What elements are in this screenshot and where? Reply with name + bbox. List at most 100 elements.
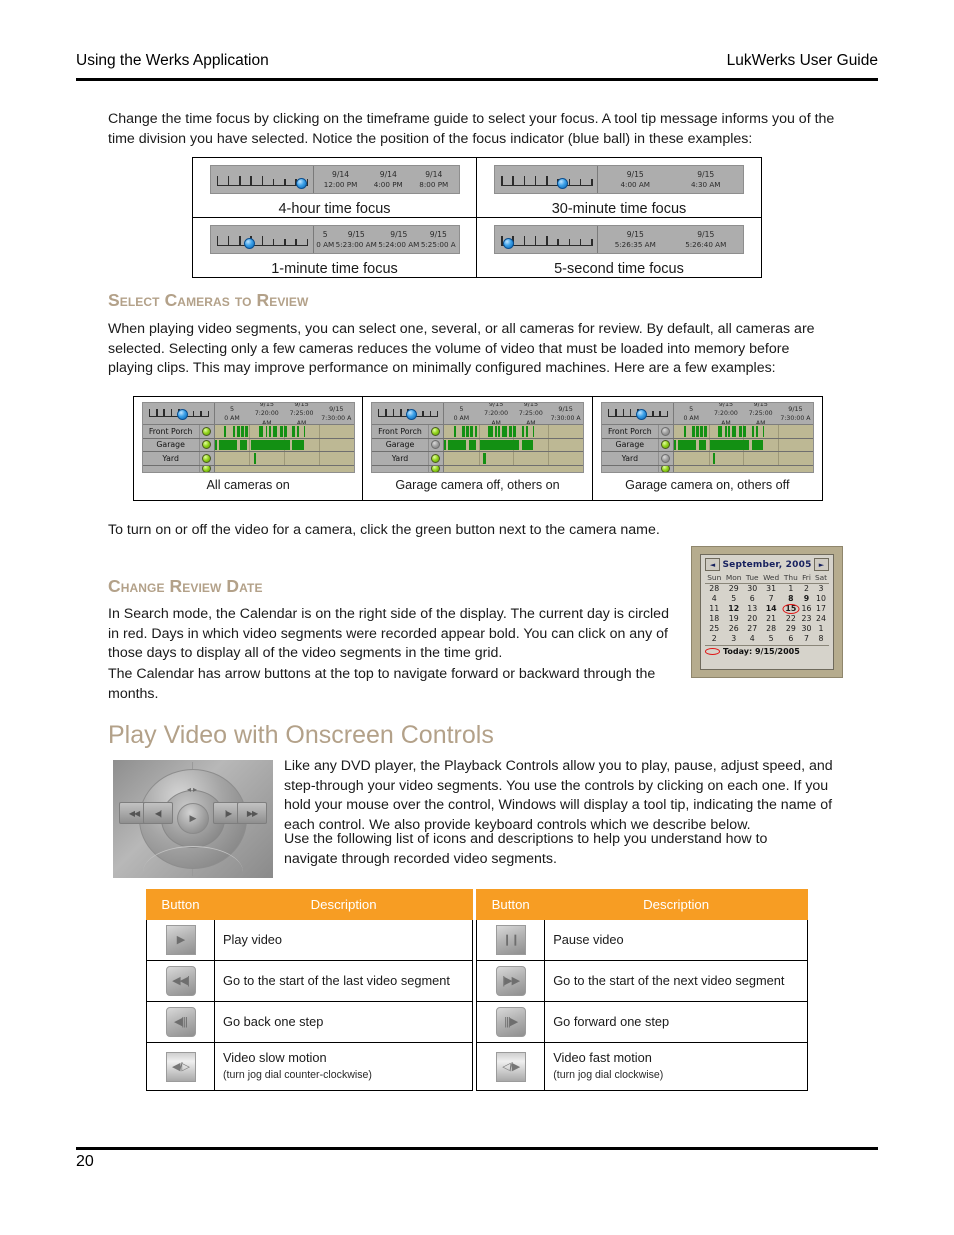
video-segment[interactable] (525, 426, 529, 437)
calendar-day-cell[interactable]: 2 (705, 634, 723, 644)
camera-selection-widget[interactable]: 5 0 AM 9/15 7:20:00 AM 9/15 7:25:00 AM 9… (600, 402, 814, 473)
video-segment[interactable] (448, 439, 467, 451)
calendar-day-cell[interactable]: 8 (782, 594, 800, 604)
video-segment[interactable] (241, 426, 244, 437)
calendar-day-cell[interactable]: 13 (744, 604, 761, 614)
calendar-day-cell[interactable]: 9 (800, 594, 813, 604)
video-segment[interactable] (239, 439, 247, 451)
camera-toggle-led-icon[interactable] (202, 465, 212, 472)
calendar-day-cell[interactable]: 7 (800, 634, 813, 644)
camera-timeline-track[interactable] (214, 452, 354, 465)
camera-timeframe-slider[interactable] (143, 403, 215, 424)
camera-toggle-cell[interactable] (198, 465, 215, 472)
focus-indicator-ball[interactable] (176, 409, 188, 420)
video-segment[interactable] (698, 439, 706, 451)
calendar-day-cell[interactable]: 29 (723, 584, 743, 594)
calendar-day-cell[interactable]: 1 (782, 584, 800, 594)
slow-motion-icon[interactable]: ◀/▷ (165, 1051, 196, 1082)
button-icon-cell[interactable]: |||▶ (476, 1001, 546, 1043)
camera-toggle-cell[interactable] (198, 452, 215, 465)
video-segment[interactable] (691, 426, 695, 437)
video-segment[interactable] (466, 426, 469, 437)
button-icon-cell[interactable]: ◁/▶ (476, 1042, 546, 1091)
camera-timeline-track[interactable] (443, 425, 583, 438)
camera-toggle-led-icon[interactable] (202, 440, 212, 450)
video-segment[interactable] (480, 439, 520, 451)
camera-timeline-track[interactable] (673, 465, 813, 472)
calendar-day-cell[interactable]: 31 (761, 584, 782, 594)
calendar-day-cell[interactable]: 5 (761, 634, 782, 644)
video-segment[interactable] (224, 426, 227, 437)
video-segment[interactable] (266, 426, 268, 437)
video-segment[interactable] (725, 426, 727, 437)
video-segment[interactable] (443, 439, 447, 451)
button-icon-cell[interactable]: |▶▶ (476, 960, 546, 1002)
timeframe-slider[interactable] (495, 166, 598, 193)
camera-toggle-led-icon[interactable] (661, 453, 671, 463)
video-segment[interactable] (718, 426, 723, 437)
camera-toggle-cell[interactable] (427, 438, 444, 452)
camera-toggle-led-icon[interactable] (431, 440, 441, 450)
button-icon-cell[interactable]: ◀◀| (146, 960, 215, 1002)
video-segment[interactable] (292, 439, 304, 451)
focus-indicator-ball[interactable] (636, 409, 648, 420)
calendar-day-cell[interactable]: 10 (813, 594, 829, 604)
calendar-day-cell[interactable]: 3 (723, 634, 743, 644)
calendar-day-cell[interactable]: 15 (782, 603, 800, 614)
video-segment[interactable] (474, 426, 478, 437)
video-segment[interactable] (677, 439, 697, 451)
calendar-day-cell[interactable]: 4 (744, 634, 761, 644)
camera-toggle-cell[interactable] (198, 425, 215, 438)
camera-timeframe-slider[interactable] (602, 403, 674, 424)
video-segment[interactable] (509, 426, 513, 437)
camera-toggle-led-icon[interactable] (661, 426, 671, 436)
video-segment[interactable] (532, 426, 535, 437)
video-segment[interactable] (482, 453, 486, 464)
video-segment[interactable] (732, 426, 737, 437)
focus-indicator-ball[interactable] (295, 178, 307, 189)
video-segment[interactable] (292, 426, 295, 437)
calendar-day-cell[interactable]: 21 (761, 614, 782, 624)
calendar-day-cell[interactable]: 16 (800, 604, 813, 614)
camera-toggle-cell[interactable] (427, 452, 444, 465)
camera-toggle-cell[interactable] (198, 438, 215, 452)
video-segment[interactable] (284, 426, 287, 437)
button-icon-cell[interactable]: ❙❙ (476, 919, 546, 961)
button-icon-cell[interactable]: ◀/▷ (146, 1042, 215, 1091)
focus-indicator-ball[interactable] (502, 238, 514, 249)
focus-indicator-ball[interactable] (243, 238, 255, 249)
video-segment[interactable] (469, 439, 476, 451)
camera-toggle-cell[interactable] (657, 452, 674, 465)
timeframe-guide-widget[interactable]: 5 0 AM 9/15 5:23:00 AM 9/15 5:24:00 AM 9… (209, 225, 460, 254)
video-segment[interactable] (521, 439, 533, 451)
calendar-day-cell[interactable]: 8 (813, 634, 829, 644)
camera-toggle-led-icon[interactable] (431, 453, 441, 463)
calendar-day-cell[interactable]: 20 (744, 614, 761, 624)
focus-indicator-ball[interactable] (556, 178, 568, 189)
video-segment[interactable] (513, 426, 517, 437)
camera-toggle-led-icon[interactable] (661, 440, 671, 450)
calendar-day-cell[interactable]: 14 (761, 604, 782, 614)
calendar-day-cell[interactable]: 4 (705, 594, 723, 604)
button-icon-cell[interactable]: ◀||| (146, 1001, 215, 1043)
calendar-day-cell[interactable]: 11 (705, 604, 723, 614)
calendar-day-cell[interactable]: 28 (761, 624, 782, 634)
calendar-day-cell[interactable]: 2 (800, 584, 813, 594)
video-segment[interactable] (709, 439, 749, 451)
calendar-day-cell[interactable]: 28 (705, 584, 723, 594)
calendar-day-cell[interactable]: 30 (800, 624, 813, 634)
video-segment[interactable] (704, 426, 708, 437)
video-segment[interactable] (273, 426, 278, 437)
video-segment[interactable] (495, 426, 497, 437)
video-segment[interactable] (303, 426, 305, 437)
calendar-day-cell[interactable]: 5 (723, 594, 743, 604)
button-icon-cell[interactable]: ▶ (146, 919, 215, 961)
camera-timeframe-slider[interactable] (372, 403, 444, 424)
camera-selection-widget[interactable]: 5 0 AM 9/15 7:20:00 AM 9/15 7:25:00 AM 9… (370, 402, 584, 473)
calendar-day-cell[interactable]: 30 (744, 584, 761, 594)
camera-timeline-track[interactable] (443, 465, 583, 472)
camera-timeline-track[interactable] (673, 452, 813, 465)
calendar-day-cell[interactable]: 6 (782, 634, 800, 644)
camera-timeline-track[interactable] (673, 438, 813, 452)
calendar-day-cell[interactable]: 23 (800, 614, 813, 624)
